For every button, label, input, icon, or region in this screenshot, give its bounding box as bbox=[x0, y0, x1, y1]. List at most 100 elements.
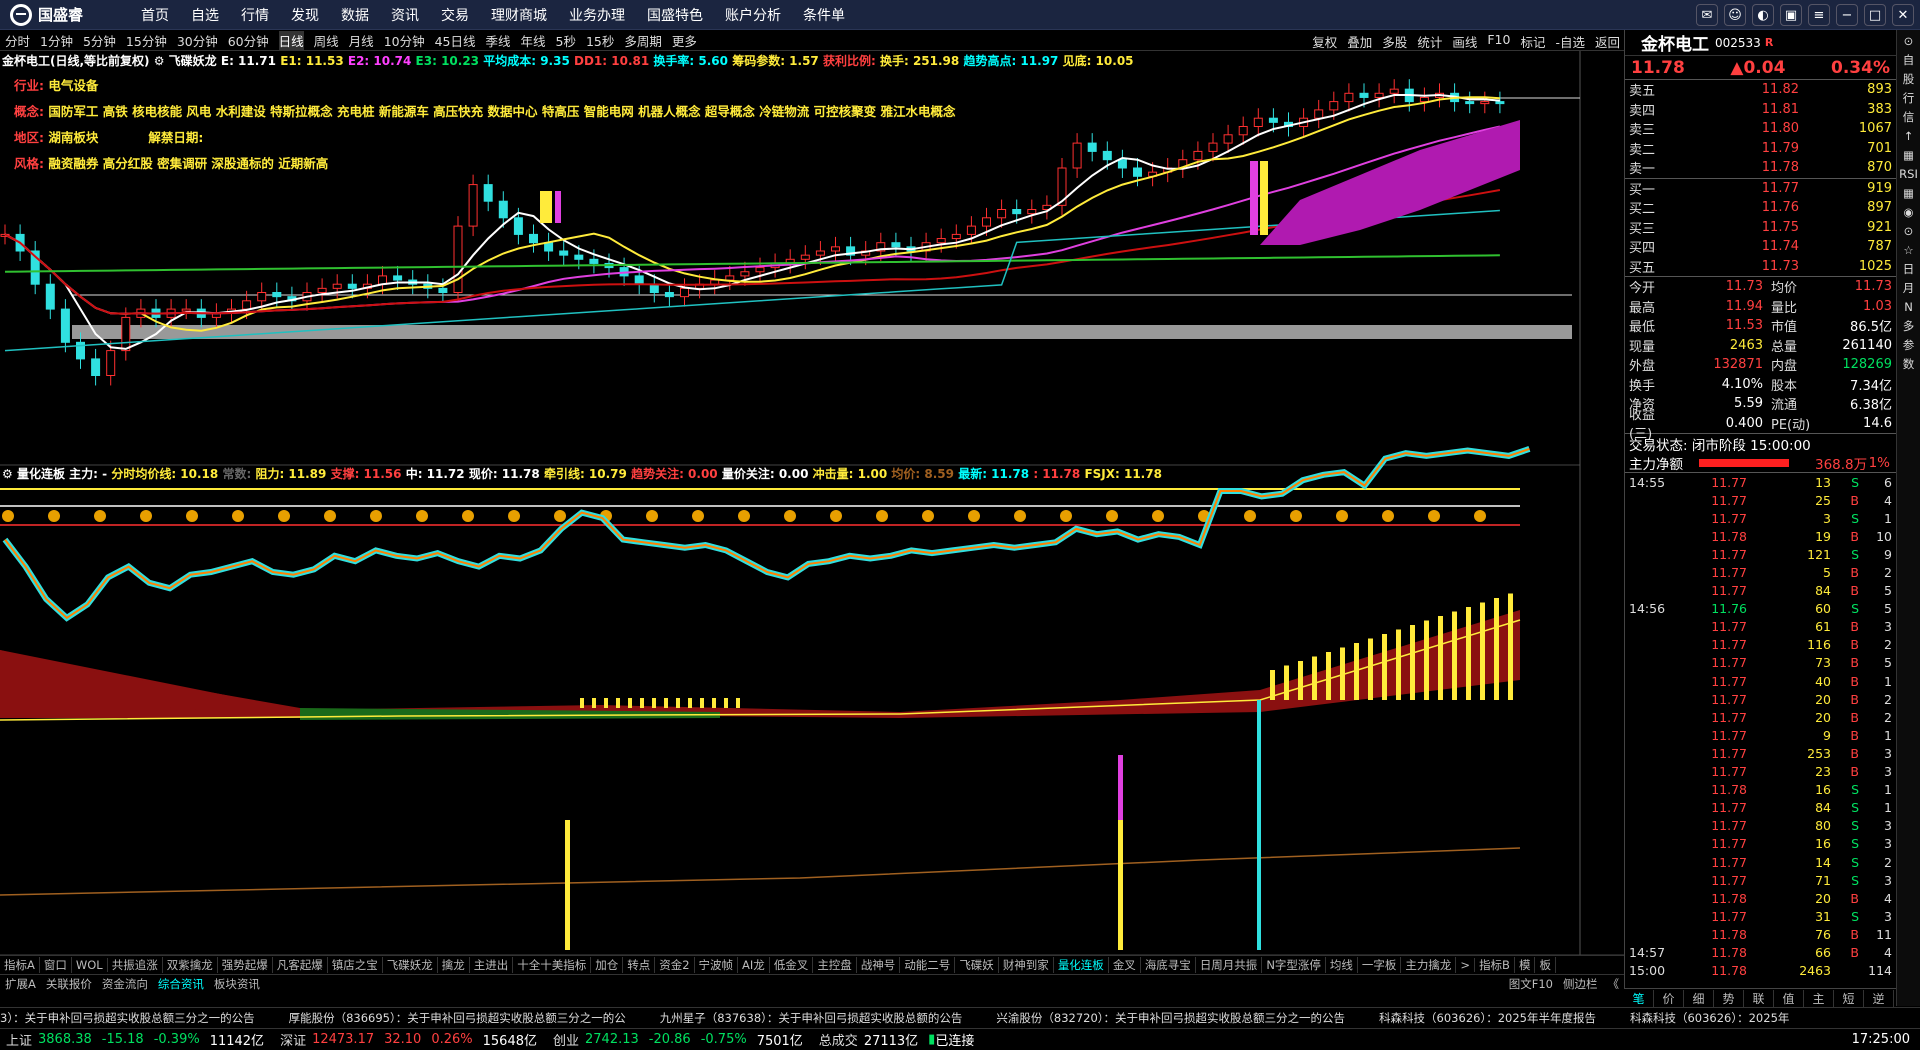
indicator-tab-29[interactable]: 一字板 bbox=[1358, 957, 1402, 973]
tick-row[interactable]: 14:57 11.78 66 B 4 bbox=[1625, 943, 1896, 961]
sidebar-icon-17[interactable]: 数 bbox=[1897, 356, 1920, 372]
bids-row[interactable]: 买四 11.74 787 bbox=[1625, 237, 1896, 257]
sidebar-icon-12[interactable]: 日 bbox=[1897, 261, 1920, 277]
subtab-1[interactable]: 关联报价 bbox=[41, 976, 97, 992]
sidebar-icon-3[interactable]: 行 bbox=[1897, 90, 1920, 106]
ticker-item-2[interactable]: 九州星子（837638）：关于申补回弓损超实收股总额的公告 bbox=[660, 1010, 963, 1026]
subtab-3[interactable]: 综合资讯 bbox=[153, 976, 209, 992]
tick-row[interactable]: 11.77 80 S 3 bbox=[1625, 817, 1896, 835]
tick-row[interactable]: 11.78 76 B 11 bbox=[1625, 925, 1896, 943]
indicator-tab-13[interactable]: 转点 bbox=[623, 957, 656, 973]
ticker-item-5[interactable]: 科森科技（603626）：2025年 bbox=[1630, 1010, 1789, 1026]
indicator-tab-30[interactable]: 主力擒龙 bbox=[1401, 957, 1457, 973]
indicator-tab-20[interactable]: 动能二号 bbox=[900, 957, 956, 973]
indicator-tab-8[interactable]: 飞碟妖龙 bbox=[383, 957, 438, 973]
tick-row[interactable]: 11.77 20 B 2 bbox=[1625, 690, 1896, 708]
lock-icon[interactable]: ▣ bbox=[1780, 4, 1802, 26]
subtab-right-0[interactable]: 图文F10 bbox=[1504, 976, 1558, 992]
indicator-tab-26[interactable]: 日周月共振 bbox=[1196, 957, 1263, 973]
quote-tab-3[interactable]: 势 bbox=[1714, 989, 1744, 1007]
sidebar-icon-1[interactable]: 自 bbox=[1897, 52, 1920, 68]
tick-row[interactable]: 11.77 23 B 3 bbox=[1625, 763, 1896, 781]
indicator-tab-33[interactable]: 模 bbox=[1515, 957, 1536, 973]
tick-row[interactable]: 11.77 14 S 2 bbox=[1625, 853, 1896, 871]
indicator-tab-4[interactable]: 双紫擒龙 bbox=[163, 957, 218, 973]
cy-label[interactable]: 创业 bbox=[553, 1030, 579, 1049]
sidebar-icon-5[interactable]: ↑ bbox=[1897, 128, 1920, 144]
quote-tab-7[interactable]: 短 bbox=[1834, 989, 1864, 1007]
ticker-item-3[interactable]: 兴渝股份（832720）：关于申补回弓损超实收股总额三分之一的公告 bbox=[996, 1010, 1345, 1026]
indicator-tab-5[interactable]: 强势起爆 bbox=[218, 957, 273, 973]
indicator-tab-6[interactable]: 凡客起爆 bbox=[273, 957, 328, 973]
subtab-4[interactable]: 板块资讯 bbox=[209, 976, 265, 992]
sidebar-icon-11[interactable]: ☆ bbox=[1897, 242, 1920, 258]
tick-row[interactable]: 11.77 31 S 3 bbox=[1625, 907, 1896, 925]
tick-row[interactable]: 11.77 20 B 2 bbox=[1625, 708, 1896, 726]
ticker-item-1[interactable]: 厚能股份（836695）：关于申补回弓损超实收股总额三分之一的公 bbox=[289, 1010, 626, 1026]
sidebar-icon-0[interactable]: ⊙ bbox=[1897, 33, 1920, 49]
tick-row[interactable]: 14:55 11.77 13 S 6 bbox=[1625, 473, 1896, 491]
asks-row[interactable]: 卖三 11.80 1067 bbox=[1625, 119, 1896, 139]
sidebar-icon-15[interactable]: 多 bbox=[1897, 318, 1920, 334]
indicator-tab-11[interactable]: 十全十美指标 bbox=[513, 957, 592, 973]
tick-row[interactable]: 11.77 121 S 9 bbox=[1625, 545, 1896, 563]
tick-row[interactable]: 11.77 25 B 4 bbox=[1625, 491, 1896, 509]
indicator-tab-0[interactable]: 指标A bbox=[0, 957, 40, 973]
asks-row[interactable]: 卖四 11.81 383 bbox=[1625, 100, 1896, 120]
maximize-button[interactable]: □ bbox=[1864, 4, 1886, 26]
indicator-tab-22[interactable]: 财神到家 bbox=[999, 957, 1054, 973]
indicator-tab-24[interactable]: 金叉 bbox=[1109, 957, 1141, 973]
subtab-0[interactable]: 扩展A bbox=[0, 976, 41, 992]
tick-row[interactable]: 11.78 16 S 1 bbox=[1625, 781, 1896, 799]
quote-tab-8[interactable]: 逆 bbox=[1864, 989, 1894, 1007]
sidebar-icon-6[interactable]: ▦ bbox=[1897, 147, 1920, 163]
asks-row[interactable]: 卖二 11.79 701 bbox=[1625, 139, 1896, 159]
indicator-tab-14[interactable]: 资金2 bbox=[655, 957, 695, 973]
indicator-tab-28[interactable]: 均线 bbox=[1326, 957, 1358, 973]
bids-row[interactable]: 买一 11.77 919 bbox=[1625, 179, 1896, 199]
indicator-tab-34[interactable]: 板 bbox=[1535, 957, 1556, 973]
bids-row[interactable]: 买五 11.73 1025 bbox=[1625, 257, 1896, 277]
sz-label[interactable]: 深证 bbox=[280, 1030, 306, 1049]
quote-tab-0[interactable]: 笔 bbox=[1624, 989, 1654, 1007]
indicator-tab-7[interactable]: 镇店之宝 bbox=[328, 957, 383, 973]
indicator-tab-10[interactable]: 主进出 bbox=[470, 957, 514, 973]
tick-row[interactable]: 11.77 5 B 2 bbox=[1625, 563, 1896, 581]
sidebar-icon-10[interactable]: ⊙ bbox=[1897, 223, 1920, 239]
indicator-tab-9[interactable]: 擒龙 bbox=[438, 957, 470, 973]
indicator-tab-27[interactable]: N字型涨停 bbox=[1262, 957, 1326, 973]
tick-list[interactable]: 14:55 11.77 13 S 6 11.77 25 B 4 11.77 3 S 1 11.78 19 B 1… bbox=[1625, 473, 1896, 980]
close-button[interactable]: ✕ bbox=[1892, 4, 1914, 26]
tick-row[interactable]: 11.77 253 B 3 bbox=[1625, 744, 1896, 762]
tick-row[interactable]: 11.77 116 B 2 bbox=[1625, 636, 1896, 654]
minimize-button[interactable]: − bbox=[1836, 4, 1858, 26]
indicator-tab-17[interactable]: 低金叉 bbox=[770, 957, 814, 973]
quote-tab-5[interactable]: 值 bbox=[1774, 989, 1804, 1007]
quote-tab-1[interactable]: 价 bbox=[1654, 989, 1684, 1007]
ticker-item-0[interactable]: 3）：关于申补回弓损超实收股总额三分之一的公告 bbox=[0, 1010, 255, 1026]
settings-icon[interactable]: ⚙ bbox=[154, 54, 165, 68]
subtab-right-2[interactable]: 《 bbox=[1603, 976, 1625, 992]
tick-row[interactable]: 11.77 16 S 3 bbox=[1625, 835, 1896, 853]
asks-row[interactable]: 卖一 11.78 870 bbox=[1625, 158, 1896, 178]
indicator-tab-25[interactable]: 海底寻宝 bbox=[1141, 957, 1196, 973]
skin-icon[interactable]: ◐ bbox=[1752, 4, 1774, 26]
tick-row[interactable]: 11.77 9 B 1 bbox=[1625, 726, 1896, 744]
quote-tab-6[interactable]: 主 bbox=[1804, 989, 1834, 1007]
ind-name[interactable]: 量化连板 bbox=[17, 467, 65, 481]
quote-tab-4[interactable]: 联 bbox=[1744, 989, 1774, 1007]
ticker-item-4[interactable]: 科森科技（603626）：2025年半年度报告 bbox=[1379, 1010, 1596, 1026]
indicator-tab-3[interactable]: 共振追涨 bbox=[108, 957, 163, 973]
indicator-tab-23[interactable]: 量化连板 bbox=[1054, 957, 1109, 973]
bids-row[interactable]: 买三 11.75 921 bbox=[1625, 218, 1896, 238]
indicator-tab-32[interactable]: 指标B bbox=[1475, 957, 1515, 973]
indicator-tab-2[interactable]: WOL bbox=[72, 958, 108, 972]
subtab-right-1[interactable]: 侧边栏 bbox=[1558, 976, 1603, 992]
tick-row[interactable]: 11.77 73 B 5 bbox=[1625, 654, 1896, 672]
indicator-tab-16[interactable]: AI龙 bbox=[738, 957, 770, 973]
tick-row[interactable]: 11.78 19 B 10 bbox=[1625, 527, 1896, 545]
indicator-tab-1[interactable]: 窗口 bbox=[40, 957, 72, 973]
indicator-tab-18[interactable]: 主控盘 bbox=[813, 957, 857, 973]
quote-tab-2[interactable]: 细 bbox=[1684, 989, 1714, 1007]
sidebar-icon-4[interactable]: 信 bbox=[1897, 109, 1920, 125]
